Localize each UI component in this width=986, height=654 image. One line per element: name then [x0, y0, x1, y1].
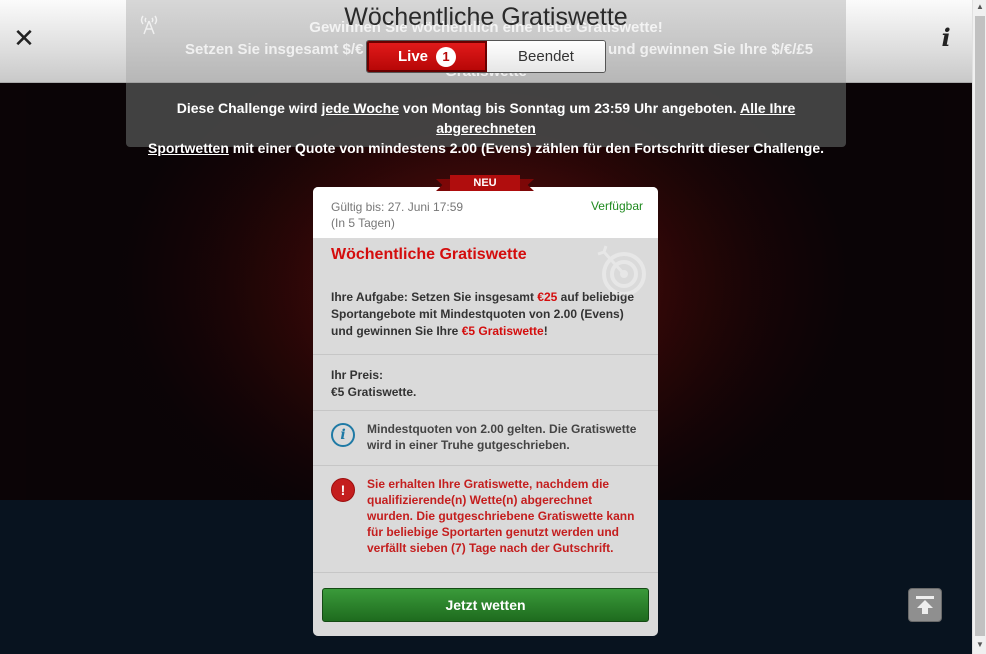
link-settled-bets-b[interactable]: Sportwetten	[148, 140, 229, 156]
page-title: Wöchentliche Gratiswette	[344, 3, 628, 31]
scroll-to-top-icon	[916, 596, 934, 614]
warning-note-text: Sie erhalten Ihre Gratiswette, nachdem d…	[367, 477, 635, 555]
close-icon[interactable]: ✕	[12, 24, 36, 52]
tab-finished[interactable]: Beendet	[487, 41, 605, 72]
challenge-description: Diese Challenge wird jede Woche von Mont…	[126, 83, 846, 156]
info-note: i Mindestquoten von 2.00 gelten. Die Gra…	[313, 411, 658, 466]
scroll-up-arrow[interactable]: ▲	[973, 0, 986, 14]
tab-finished-label: Beendet	[518, 48, 574, 65]
card-header: Gültig bis: 27. Juni 17:59 (In 5 Tagen) …	[313, 187, 658, 238]
task-text-c: !	[543, 324, 548, 338]
scrollbar[interactable]: ▲ ▼	[972, 0, 986, 654]
link-every-week[interactable]: jede Woche	[321, 100, 399, 116]
new-ribbon: NEU	[436, 175, 534, 191]
cta-wrap: Jetzt wetten	[313, 573, 658, 622]
warning-note: ! Sie erhalten Ihre Gratiswette, nachdem…	[313, 466, 658, 573]
live-count-badge: 1	[436, 46, 456, 67]
exclamation-circle-icon: !	[331, 478, 355, 502]
prize-value: €5 Gratiswette.	[331, 385, 417, 399]
task-section: Wöchentliche Gratiswette Ihre Aufgabe: S…	[313, 238, 658, 355]
scrollbar-thumb[interactable]	[975, 16, 985, 636]
ghost-text-line2-left: Setzen Sie insgesamt $/€	[185, 41, 364, 58]
task-reward: €5 Gratiswette	[461, 324, 544, 338]
info-icon[interactable]: i	[936, 24, 956, 52]
bet-now-button[interactable]: Jetzt wetten	[322, 588, 649, 622]
info-note-text: Mindestquoten von 2.00 gelten. Die Grati…	[367, 422, 637, 452]
challenge-card: Gültig bis: 27. Juni 17:59 (In 5 Tagen) …	[313, 187, 658, 636]
task-text: Ihre Aufgabe: Setzen Sie insgesamt €25 a…	[331, 289, 640, 354]
task-text-a: Ihre Aufgabe: Setzen Sie insgesamt	[331, 290, 538, 304]
status-badge: Verfügbar	[590, 199, 643, 213]
info-circle-icon: i	[331, 423, 355, 447]
prize-section: Ihr Preis: €5 Gratiswette.	[313, 355, 658, 411]
scroll-to-top-button[interactable]	[908, 588, 942, 622]
scroll-down-arrow[interactable]: ▼	[973, 638, 986, 652]
description-text-1: Diese Challenge wird	[176, 100, 322, 116]
ghost-text-line2-right: und gewinnen Sie Ihre $/€/£5	[608, 41, 814, 58]
tab-switcher: Live 1 Beendet	[366, 40, 606, 73]
tab-live[interactable]: Live 1	[367, 41, 487, 72]
task-amount: €25	[537, 290, 558, 304]
time-remaining: (In 5 Tagen)	[331, 216, 395, 230]
description-text-3: mit einer Quote von mindestens 2.00 (Eve…	[228, 140, 825, 156]
target-icon	[597, 245, 646, 296]
tab-live-label: Live	[397, 48, 428, 65]
prize-label: Ihr Preis:	[331, 368, 384, 382]
description-text-2: von Montag bis Sonntag um 23:59 Uhr ange…	[399, 100, 740, 116]
ribbon-label: NEU	[450, 175, 520, 191]
